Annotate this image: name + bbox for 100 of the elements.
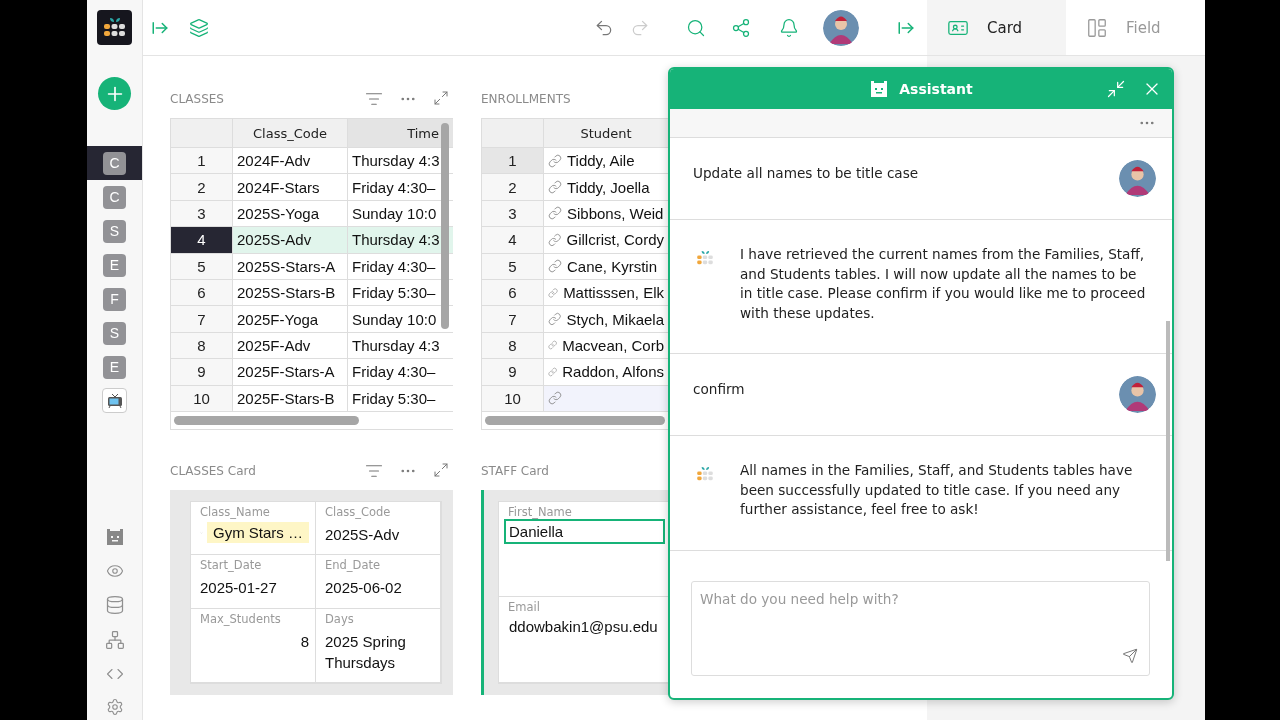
search-icon[interactable] bbox=[686, 17, 706, 38]
row-number[interactable]: 5 bbox=[171, 253, 233, 280]
scrollbar[interactable] bbox=[1166, 321, 1170, 561]
student-name: Sibbons, Weid bbox=[567, 204, 664, 222]
link-icon bbox=[548, 364, 558, 379]
field-label: Start_Date bbox=[200, 558, 263, 573]
user-message: Update all names to be title case bbox=[693, 164, 920, 183]
expand-icon[interactable] bbox=[433, 462, 449, 478]
field-label: Max_Students bbox=[200, 611, 282, 626]
tv-button[interactable] bbox=[102, 388, 127, 413]
scrollbar[interactable] bbox=[441, 123, 449, 329]
table-cell: 2025F-Stars-A bbox=[233, 359, 348, 386]
row-number[interactable]: 9 bbox=[482, 359, 544, 386]
share-icon[interactable] bbox=[731, 17, 751, 38]
layers-icon[interactable] bbox=[189, 17, 209, 38]
row-number[interactable]: 3 bbox=[171, 200, 233, 228]
row-number[interactable]: 2 bbox=[171, 174, 233, 201]
send-button[interactable] bbox=[1122, 648, 1138, 664]
avatar[interactable] bbox=[1119, 376, 1156, 413]
settings-icon[interactable] bbox=[105, 698, 124, 716]
row-number[interactable]: 4 bbox=[482, 227, 544, 254]
assistant-message: I have retrieved the current names from the Families, Staff, and Students tables. I will now update all the names to be in title case. Please confirm if you would like me to proceed with these updates. bbox=[740, 245, 1147, 323]
field-label: Class_Code bbox=[325, 505, 392, 519]
row-number[interactable]: 6 bbox=[171, 279, 233, 307]
tv-icon bbox=[106, 392, 123, 409]
message-input[interactable]: What do you need help with? bbox=[691, 581, 1150, 676]
field-value[interactable]: ddowbakin1@psu.edu bbox=[504, 614, 665, 639]
new-row-cell[interactable] bbox=[544, 385, 668, 412]
field-value[interactable]: Daniella bbox=[504, 519, 665, 544]
table-cell: 2025F-Adv bbox=[233, 332, 348, 360]
student-name: Gillcrist, Cordy bbox=[566, 231, 664, 249]
field-value[interactable]: 8 bbox=[200, 630, 309, 652]
add-button[interactable] bbox=[98, 77, 131, 110]
scrollbar[interactable] bbox=[174, 415, 359, 425]
table-cell: 2025S-Adv bbox=[233, 227, 348, 254]
field-label: First_Name bbox=[508, 505, 573, 519]
field-label: Days bbox=[325, 611, 355, 626]
link-icon bbox=[548, 206, 562, 221]
row-number[interactable]: 5 bbox=[482, 253, 544, 280]
student-name: Mattisssen, Elk bbox=[563, 284, 664, 302]
robot-icon bbox=[869, 79, 890, 99]
section-title: STAFF Card bbox=[481, 464, 550, 478]
student-name: Cane, Kyrstin bbox=[567, 257, 658, 275]
field-value[interactable]: 2025-01-27 bbox=[200, 577, 309, 599]
bell-icon[interactable] bbox=[779, 17, 799, 38]
table-cell: 2024F-Adv bbox=[233, 148, 348, 175]
link-icon bbox=[548, 312, 562, 327]
table-cell: 2025F-Yoga bbox=[233, 306, 348, 333]
link-icon bbox=[548, 153, 562, 168]
collapse-icon[interactable] bbox=[1106, 79, 1126, 99]
sort-filter-icon[interactable] bbox=[365, 462, 383, 480]
logo-icon[interactable] bbox=[97, 10, 132, 45]
table-cell: Thursday 4:3 bbox=[348, 227, 453, 254]
field-label: End_Date bbox=[325, 558, 382, 573]
avatar[interactable] bbox=[823, 9, 859, 46]
section-title: CLASSES bbox=[170, 92, 225, 106]
table-cell: 2024F-Stars bbox=[233, 174, 348, 201]
row-number[interactable]: 7 bbox=[482, 306, 544, 333]
column-header[interactable]: Student bbox=[544, 119, 668, 148]
eye-icon[interactable] bbox=[105, 562, 124, 580]
field-value[interactable]: 2025S-Adv bbox=[325, 524, 434, 545]
field-value[interactable]: 2025-06-02 bbox=[325, 577, 434, 599]
table-cell: 2025S-Stars-A bbox=[233, 253, 348, 280]
row-number[interactable]: 2 bbox=[482, 174, 544, 201]
row-number[interactable]: 8 bbox=[482, 332, 544, 360]
choice-tag[interactable]: Gym Stars … bbox=[207, 522, 309, 543]
scrollbar[interactable] bbox=[485, 415, 665, 425]
avatar[interactable] bbox=[1119, 160, 1156, 197]
user-message: confirm bbox=[693, 380, 746, 399]
diagram-icon[interactable] bbox=[104, 630, 125, 650]
student-name: Tiddy, Aile bbox=[567, 152, 635, 170]
row-number[interactable]: 4 bbox=[171, 227, 233, 254]
row-number[interactable]: 10 bbox=[171, 385, 233, 412]
sort-filter-icon[interactable] bbox=[365, 90, 383, 108]
row-number[interactable]: 3 bbox=[482, 200, 544, 228]
field-label: Class_Name bbox=[200, 505, 271, 519]
table-cell: 2025S-Yoga bbox=[233, 200, 348, 228]
link-icon bbox=[548, 180, 562, 195]
section-title: CLASSES Card bbox=[170, 464, 257, 478]
link-icon bbox=[548, 338, 558, 353]
field-value[interactable]: 2025 Spring Thursdays bbox=[325, 630, 434, 673]
row-number[interactable]: 8 bbox=[171, 332, 233, 360]
row-number[interactable]: 6 bbox=[482, 279, 544, 307]
link-icon bbox=[548, 285, 559, 300]
row-number[interactable]: 10 bbox=[482, 385, 544, 412]
row-number[interactable]: 1 bbox=[482, 148, 544, 175]
database-icon[interactable] bbox=[104, 595, 125, 615]
link-icon bbox=[548, 232, 562, 247]
table-cell: 2025S-Stars-B bbox=[233, 279, 348, 307]
field-label: Email bbox=[508, 600, 541, 614]
row-number[interactable]: 9 bbox=[171, 359, 233, 386]
expand-icon[interactable] bbox=[433, 90, 449, 106]
robot-icon[interactable] bbox=[104, 527, 125, 547]
panel-tab[interactable]: Card bbox=[927, 0, 1066, 55]
column-header[interactable]: Class_Code bbox=[233, 119, 348, 148]
row-number[interactable]: 1 bbox=[171, 148, 233, 175]
student-name: Tiddy, Joella bbox=[567, 178, 650, 196]
table-cell: 2025F-Stars-B bbox=[233, 385, 348, 412]
row-number[interactable]: 7 bbox=[171, 306, 233, 333]
column-header[interactable]: Time bbox=[348, 119, 453, 148]
